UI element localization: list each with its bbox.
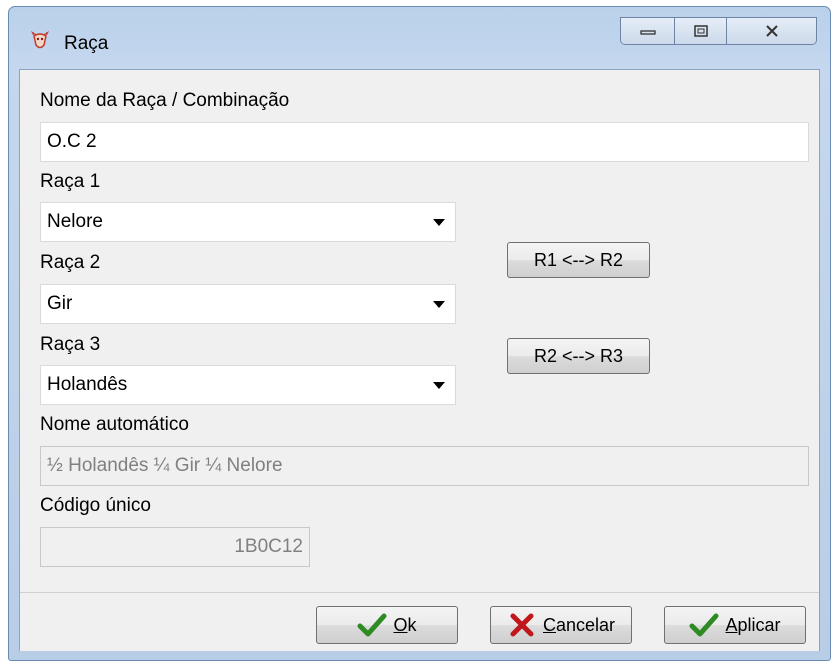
- checkmark-icon: [357, 613, 387, 637]
- auto-name-field: ½ Holandês ¼ Gir ¼ Nelore: [40, 446, 809, 486]
- code-value: 1B0C12: [234, 536, 303, 557]
- raca1-select[interactable]: Nelore: [40, 202, 456, 242]
- swap-r2-r3-button[interactable]: R2 <--> R3: [507, 338, 650, 374]
- close-icon: [765, 25, 778, 37]
- raca3-select-value: Holandês: [47, 374, 128, 395]
- code-field: 1B0C12: [40, 527, 310, 567]
- dialog-body: Nome da Raça / Combinação O.C 2 Raça 1 N…: [19, 69, 820, 651]
- chevron-down-icon: [433, 382, 445, 389]
- dialog-window: Raça Nome da Raça / Combinação O.C 2 Raç…: [8, 6, 831, 661]
- minimize-icon: [639, 30, 656, 35]
- ok-button[interactable]: Ok: [316, 606, 458, 644]
- window-controls: [620, 17, 817, 45]
- cancel-button[interactable]: Cancelar: [490, 606, 632, 644]
- apply-button-label: Aplicar: [725, 614, 781, 635]
- swap-r1-r2-button[interactable]: R1 <--> R2: [507, 242, 650, 278]
- close-button[interactable]: [727, 18, 816, 44]
- app-icon: [31, 31, 49, 49]
- button-bar: Ok Cancelar Aplicar: [20, 592, 819, 651]
- restore-icon: [693, 25, 708, 37]
- cancel-x-icon: [510, 613, 534, 637]
- name-input[interactable]: O.C 2: [40, 122, 809, 162]
- checkmark-icon: [689, 613, 719, 637]
- title-bar[interactable]: Raça: [9, 7, 830, 67]
- chevron-down-icon: [433, 301, 445, 308]
- raca2-select[interactable]: Gir: [40, 284, 456, 324]
- maximize-button[interactable]: [675, 18, 727, 44]
- raca2-select-value: Gir: [47, 293, 73, 314]
- raca3-label: Raça 3: [40, 334, 101, 355]
- auto-name-label: Nome automático: [40, 414, 189, 435]
- raca1-label: Raça 1: [40, 171, 101, 192]
- name-label: Nome da Raça / Combinação: [40, 90, 290, 111]
- apply-button[interactable]: Aplicar: [664, 606, 806, 644]
- raca3-select[interactable]: Holandês: [40, 365, 456, 405]
- chevron-down-icon: [433, 219, 445, 226]
- minimize-button[interactable]: [621, 18, 675, 44]
- auto-name-value: ½ Holandês ¼ Gir ¼ Nelore: [47, 455, 283, 476]
- ok-button-label: Ok: [393, 614, 417, 635]
- name-input-value: O.C 2: [47, 131, 97, 152]
- code-label: Código único: [40, 495, 151, 516]
- raca1-select-value: Nelore: [47, 211, 103, 232]
- raca2-label: Raça 2: [40, 252, 101, 273]
- window-title: Raça: [64, 33, 109, 54]
- cancel-button-label: Cancelar: [542, 614, 616, 635]
